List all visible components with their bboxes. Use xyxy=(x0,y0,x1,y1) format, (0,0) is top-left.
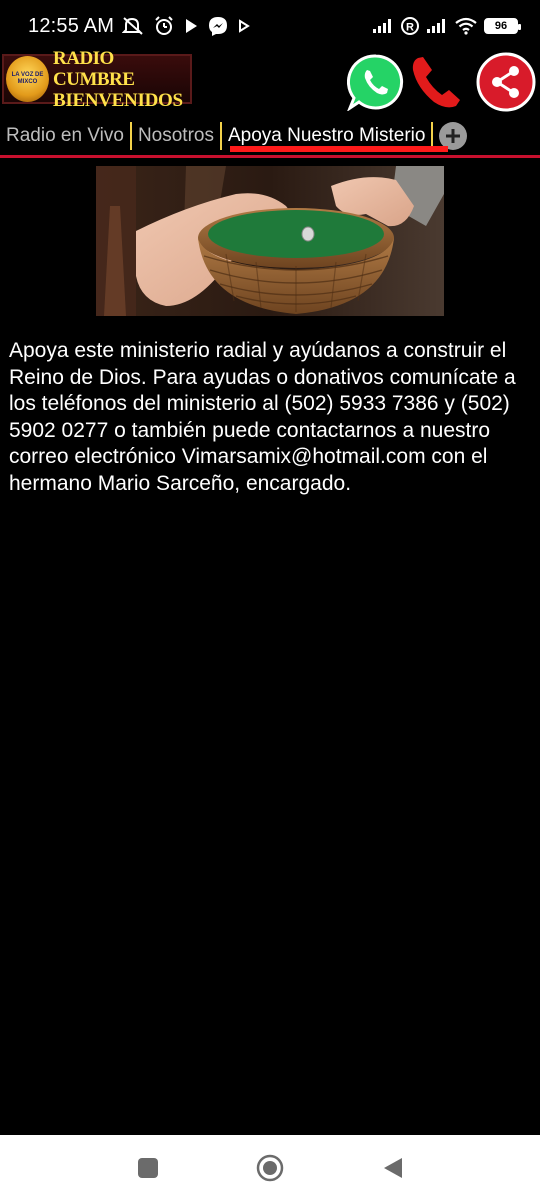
circle-icon xyxy=(256,1154,284,1182)
battery-icon: 96 xyxy=(484,18,521,34)
status-bar: 12:55 AM R 96 xyxy=(0,0,540,52)
signal-icon xyxy=(426,18,448,34)
svg-text:R: R xyxy=(406,22,414,34)
plus-icon xyxy=(446,129,461,143)
square-icon xyxy=(138,1158,158,1178)
system-navigation-bar xyxy=(0,1135,540,1200)
recents-button[interactable] xyxy=(135,1155,161,1181)
status-time: 12:55 AM xyxy=(28,14,115,37)
home-button[interactable] xyxy=(256,1154,284,1182)
mute-icon xyxy=(122,16,144,36)
app-header: LA VOZ DE MIXCO RADIO CUMBRE BIENVENIDOS xyxy=(0,48,540,114)
play-small-icon xyxy=(238,19,250,33)
wifi-icon xyxy=(454,17,478,35)
roaming-icon: R xyxy=(400,16,420,36)
messenger-icon xyxy=(208,16,228,36)
logo-subtitle: BIENVENIDOS xyxy=(53,89,183,111)
tab-nosotros[interactable]: Nosotros xyxy=(132,121,220,151)
logo-badge-text: LA VOZ DE MIXCO xyxy=(11,72,44,85)
play-icon xyxy=(184,18,198,34)
tab-radio-en-vivo[interactable]: Radio en Vivo xyxy=(0,121,130,151)
logo-title: RADIO CUMBRE xyxy=(53,47,135,90)
back-button[interactable] xyxy=(380,1155,406,1181)
share-icon xyxy=(476,52,536,112)
support-message-paragraph: Apoya este ministerio radial y ayúdanos … xyxy=(9,339,516,495)
status-notification-icons xyxy=(122,16,250,36)
radio-logo: LA VOZ DE MIXCO RADIO CUMBRE BIENVENIDOS xyxy=(2,48,192,111)
triangle-back-icon xyxy=(384,1158,402,1178)
whatsapp-button[interactable] xyxy=(346,52,406,112)
whatsapp-icon xyxy=(347,54,404,111)
status-system-icons: R 96 xyxy=(372,16,521,36)
logo-text: RADIO CUMBRE BIENVENIDOS xyxy=(53,48,190,111)
phone-button[interactable] xyxy=(408,52,468,112)
signal-icon xyxy=(372,18,394,34)
logo-badge: LA VOZ DE MIXCO xyxy=(6,56,49,102)
share-button[interactable] xyxy=(476,52,536,112)
phone-icon xyxy=(412,57,460,108)
tab-divider xyxy=(0,155,540,158)
active-tab-indicator xyxy=(230,146,448,152)
offering-basket-image xyxy=(96,166,444,316)
alarm-icon xyxy=(154,16,174,36)
